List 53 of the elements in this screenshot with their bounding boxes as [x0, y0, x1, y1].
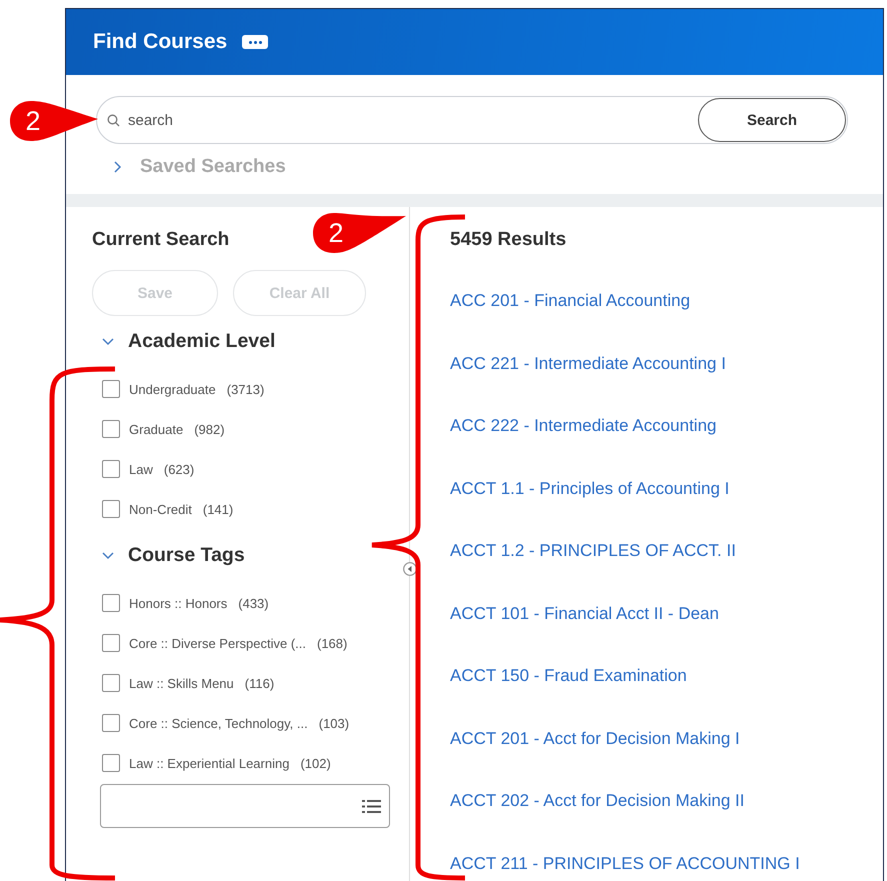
option-label: Honors :: Honors — [129, 596, 228, 610]
checkbox[interactable] — [102, 500, 120, 518]
callout-marker: 2 — [313, 212, 406, 254]
option-count: (3713) — [226, 382, 264, 396]
checkbox[interactable] — [102, 460, 120, 478]
facet-title[interactable]: Academic Level — [128, 330, 276, 353]
course-link[interactable]: ACCT 211 - PRINCIPLES OF ACCOUNTING I — [450, 854, 800, 874]
course-link[interactable]: ACCT 101 - Financial Acct II - Dean — [450, 604, 800, 624]
facet-title[interactable]: Course Tags — [128, 544, 245, 567]
window-title: Find Courses — [93, 30, 228, 54]
course-link[interactable]: ACCT 202 - Acct for Decision Making II — [450, 791, 800, 811]
option-label: Law :: Skills Menu — [129, 676, 234, 690]
course-link[interactable]: ACC 221 - Intermediate Accounting I — [450, 354, 800, 374]
course-link[interactable]: ACCT 201 - Acct for Decision Making I — [450, 728, 800, 748]
course-link[interactable]: ACCT 150 - Fraud Examination — [450, 666, 800, 686]
checkbox[interactable] — [102, 714, 120, 732]
checkbox[interactable] — [102, 754, 120, 772]
option-label: Graduate — [129, 422, 184, 436]
search-icon — [107, 114, 120, 126]
option-label: Core :: Science, Technology, ... — [129, 716, 308, 730]
checkbox[interactable] — [102, 380, 120, 398]
collapse-handle-icon[interactable] — [403, 562, 417, 576]
search-field[interactable]: search Search — [96, 96, 848, 144]
course-link[interactable]: ACC 201 - Financial Accounting — [450, 291, 800, 311]
option-count: (116) — [244, 676, 274, 690]
search-button[interactable]: Search — [698, 98, 846, 142]
course-link[interactable]: ACCT 1.2 - PRINCIPLES OF ACCT. II — [450, 541, 800, 561]
course-link[interactable]: ACC 222 - Intermediate Accounting — [450, 416, 800, 436]
checkbox[interactable] — [102, 674, 120, 692]
option-count: (623) — [164, 462, 194, 476]
checkbox[interactable] — [102, 420, 120, 438]
more-button[interactable] — [242, 35, 268, 49]
option-label: Undergraduate — [129, 382, 216, 396]
chevron-icon — [102, 550, 114, 562]
option-count: (102) — [300, 756, 331, 770]
option-label: Law :: Experiential Learning — [129, 756, 290, 770]
option-count: (433) — [238, 596, 269, 610]
option-label: Core :: Diverse Perspective (... — [129, 636, 306, 650]
chevron-icon — [102, 336, 114, 348]
option-label: Non-Credit — [129, 502, 192, 516]
results-count: 5459 Results — [450, 229, 566, 251]
prompt-field[interactable] — [100, 784, 390, 828]
section-title: Current Search — [92, 229, 230, 251]
option-count: (168) — [317, 636, 348, 650]
list-icon — [362, 798, 381, 814]
option-label: Law — [129, 462, 153, 476]
option-count: (141) — [202, 502, 234, 516]
course-link[interactable]: ACCT 1.1 - Principles of Accounting I — [450, 478, 800, 498]
option-count: (982) — [194, 422, 225, 436]
callout-marker: 2 — [10, 100, 98, 142]
checkbox[interactable] — [102, 594, 120, 612]
checkbox[interactable] — [102, 634, 120, 652]
option-count: (103) — [318, 716, 350, 730]
